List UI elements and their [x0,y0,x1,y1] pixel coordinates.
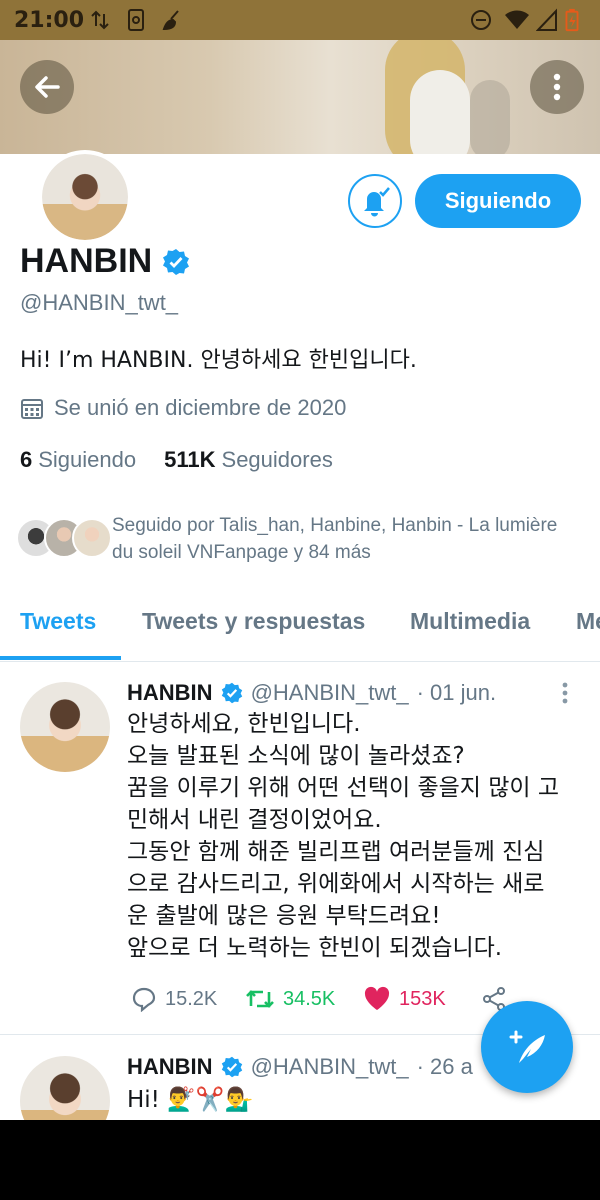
tab-likes[interactable]: Me [576,608,600,635]
tweet-line: 운 출발에 많은 응원 부탁드려요! [127,903,441,929]
banner-figure [410,70,470,154]
retweet-icon [246,990,274,1008]
tweet-avatar[interactable] [20,682,110,772]
profile-bio: Hi! I’m HANBIN. 안녕하세요 한빈입니다. [20,348,417,373]
reply-icon [132,987,156,1012]
followed-by-row[interactable]: Seguido por Talis_han, Hanbine, Hanbin -… [16,512,586,572]
joined-row: Se unió en diciembre de 2020 [20,395,346,421]
tweet-line: 그동안 함께 해준 빌리프랩 여러분들께 진심 [127,839,545,865]
tweet-date: · 01 jun. [416,680,497,705]
data-transfer-icon [91,10,109,30]
tweet[interactable]: HANBIN @HANBIN_twt_ · 01 jun. 안녕하세요, 한빈입… [0,662,600,1035]
tweet-line: 민해서 내린 결정이었어요. [127,807,382,833]
more-options-button[interactable] [530,60,584,114]
tweet-author-name: HANBIN [127,1054,213,1079]
like-action[interactable]: 153K [363,986,446,1012]
followers-stat[interactable]: 511K Seguidores [164,447,333,473]
joined-date: Se unió en diciembre de 2020 [54,395,347,420]
tweet-header: HANBIN @HANBIN_twt_ · 01 jun. [127,680,496,706]
tweet-avatar[interactable] [20,1056,110,1120]
tweet-line: 으로 감사드리고, 위에화에서 시작하는 새로 [127,871,545,897]
compose-tweet-button[interactable] [481,1001,573,1093]
more-vertical-icon [553,73,561,101]
tweet-author-handle: @HANBIN_twt_ [250,680,409,705]
like-count: 153K [399,987,446,1010]
tweet-more-icon[interactable] [561,682,569,704]
tweet-line: 오늘 발표된 소식에 많이 놀라셨죠? [127,743,465,769]
status-bar: 21:00 [0,0,600,40]
tweet-author-handle: @HANBIN_twt_ [250,1054,409,1079]
tweet-header: HANBIN @HANBIN_twt_ · 26 a [127,1054,473,1080]
reply-action[interactable]: 15.2K [131,986,217,1012]
banner-figure [470,80,510,154]
system-navigation-bar [0,1120,600,1200]
follow-stats: 6 Siguiendo 511K Seguidores [20,447,333,473]
follower-avatar [72,518,112,558]
battery-charging-icon [565,8,579,32]
followers-label: Seguidores [221,447,333,472]
heart-filled-icon [364,986,390,1010]
verified-badge-icon [163,248,190,275]
tweet-date: · 26 a [416,1054,473,1079]
signal-icon [536,8,557,31]
following-label: Siguiendo [38,447,137,472]
tweet-author-name: HANBIN [127,680,213,705]
retweet-action[interactable]: 34.5K [245,986,335,1012]
verified-badge-icon [221,1056,242,1078]
calendar-icon [21,399,43,419]
tab-tweets-and-replies[interactable]: Tweets y respuestas [142,608,365,635]
profile-handle: @HANBIN_twt_ [20,290,179,315]
tweet-line: 꿈을 이루기 위해 어떤 선택이 좋을지 많이 고 [127,775,560,801]
tweet-line: 안녕하세요, 한빈입니다. [127,711,361,737]
reply-count: 15.2K [165,987,218,1010]
followers-count: 511K [164,447,216,472]
following-stat[interactable]: 6 Siguiendo [20,447,136,473]
compose-feather-icon [509,1030,545,1063]
profile-banner [0,40,600,154]
phone-sync-icon [128,9,144,31]
cleaner-icon [162,10,179,31]
status-time: 21:00 [14,8,85,33]
profile-avatar[interactable] [38,150,132,244]
notifications-bell-button[interactable] [348,174,402,228]
tab-tweets[interactable]: Tweets [20,608,96,635]
following-count: 6 [20,447,33,472]
profile-name: HANBIN [20,242,153,280]
following-button[interactable]: Siguiendo [415,174,581,228]
active-tab-indicator [0,656,121,660]
back-arrow-icon [35,76,60,98]
profile-tabs: Tweets Tweets y respuestas Multimedia Me [0,598,600,662]
wifi-icon [505,10,529,29]
back-button[interactable] [20,60,74,114]
retweet-count: 34.5K [283,987,336,1010]
followed-by-text: Seguido por Talis_han, Hanbine, Hanbin -… [112,515,558,563]
do-not-disturb-icon [471,10,491,30]
screen: 21:00 Siguiendo HANBIN @HANBIN_twt_ Hi! … [0,0,600,1120]
tweet-line: 앞으로 더 노력하는 한빈이 되겠습니다. [127,935,503,961]
tweet-text: 안녕하세요, 한빈입니다. 오늘 발표된 소식에 많이 놀라셨죠? 꿈을 이루기… [127,708,587,964]
bell-check-icon [364,187,390,217]
profile-name-row: HANBIN [20,242,190,281]
verified-badge-icon [221,682,242,704]
tab-media[interactable]: Multimedia [410,608,530,635]
